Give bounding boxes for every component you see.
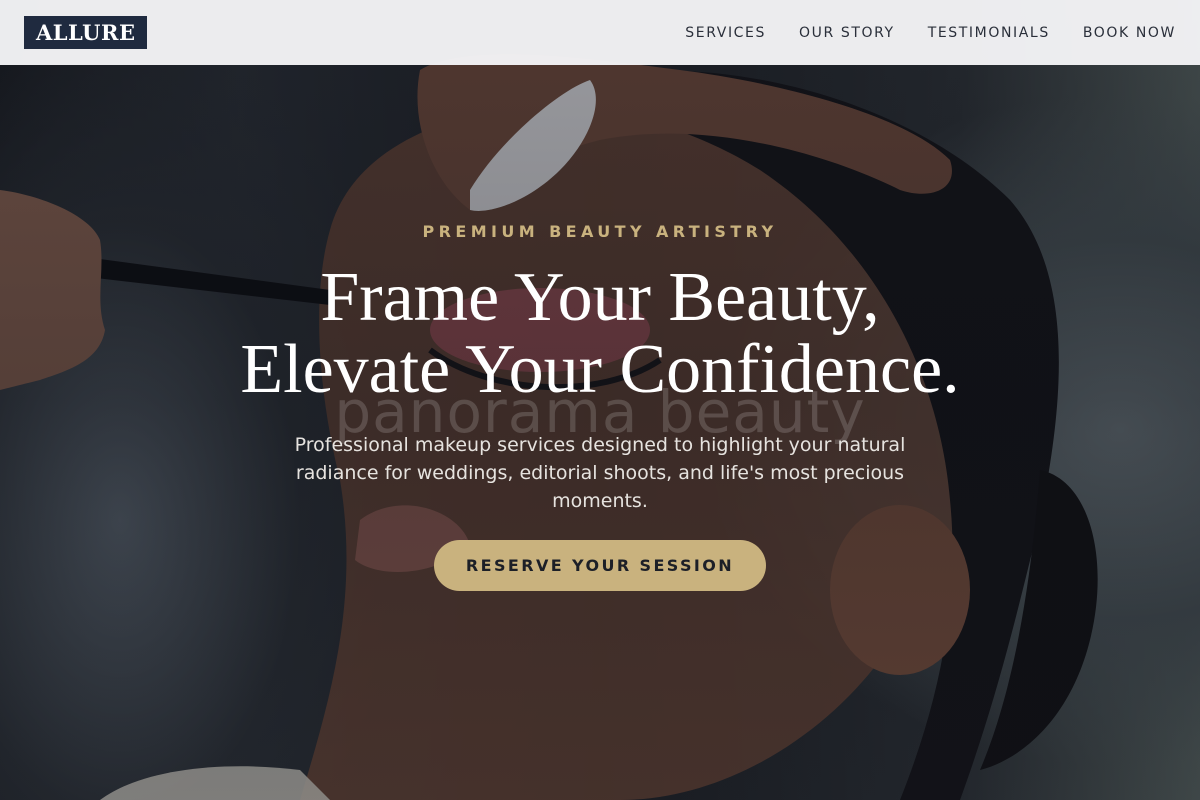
nav-link-our-story[interactable]: OUR STORY bbox=[799, 25, 895, 41]
brand-logo[interactable]: ALLURE bbox=[24, 16, 148, 49]
nav-link-book-now[interactable]: BOOK NOW bbox=[1083, 25, 1176, 41]
hero-section: PREMIUM BEAUTY ARTISTRY Frame Your Beaut… bbox=[0, 0, 1200, 800]
hero-eyebrow: PREMIUM BEAUTY ARTISTRY bbox=[422, 222, 778, 241]
hero-subtext: Professional makeup services designed to… bbox=[294, 434, 906, 512]
landing-page: ALLURE SERVICES OUR STORY TESTIMONIALS B… bbox=[0, 0, 1200, 800]
top-navbar: ALLURE SERVICES OUR STORY TESTIMONIALS B… bbox=[0, 0, 1200, 65]
nav-link-services[interactable]: SERVICES bbox=[685, 25, 766, 41]
nav-link-testimonials[interactable]: TESTIMONIALS bbox=[928, 25, 1050, 41]
hero-headline-line-1: Frame Your Beauty, bbox=[320, 259, 880, 336]
reserve-session-button[interactable]: RESERVE YOUR SESSION bbox=[434, 540, 766, 591]
nav-links: SERVICES OUR STORY TESTIMONIALS BOOK NOW bbox=[685, 25, 1176, 41]
